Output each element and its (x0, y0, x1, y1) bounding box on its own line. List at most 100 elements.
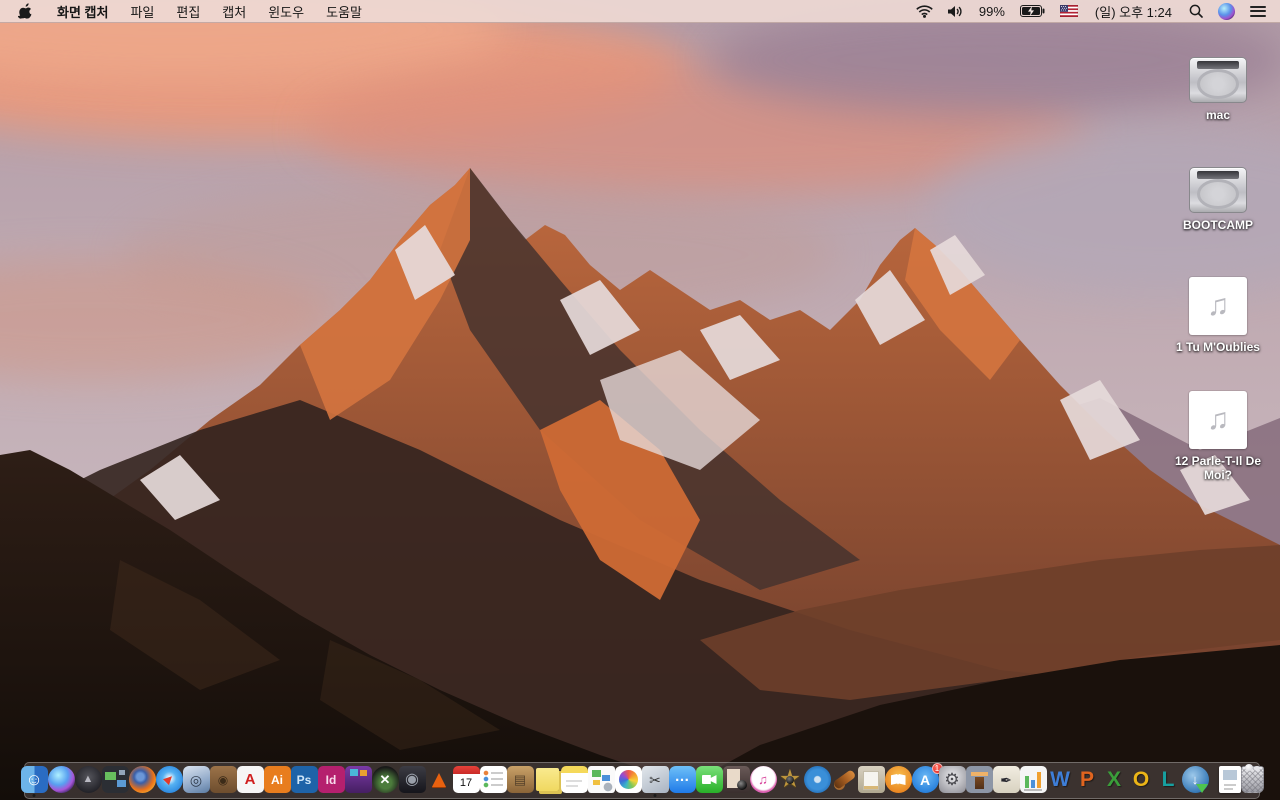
menu-bar: 화면 캡처 파일 편집 캡처 윈도우 도움말 99% (일) 오후 1:24 (0, 0, 1280, 23)
photoshop-dock-icon[interactable]: Ps (290, 764, 318, 797)
battery-menu-item[interactable] (1016, 5, 1049, 17)
garageband-dock-icon[interactable] (831, 764, 858, 797)
vlc-dock-icon[interactable]: ▲ (426, 764, 453, 797)
preview-dock-icon[interactable]: ◎ (182, 764, 210, 797)
safari-dock-icon[interactable]: ▶ (155, 764, 183, 797)
reminders-dock-icon[interactable] (479, 764, 507, 797)
facetime-dock-icon[interactable] (695, 764, 723, 797)
excel-icon: X (1101, 766, 1128, 793)
indesign-dock-icon[interactable]: Id (317, 764, 345, 797)
finder-running-indicator (32, 794, 36, 797)
desktop-icon-bootcamp[interactable]: BOOTCAMP (1159, 167, 1277, 232)
app-store-icon: A1 (911, 763, 943, 793)
grab-screen-capture-glyph: ✂ (649, 771, 661, 788)
itunes-icon: ♫ (749, 766, 777, 793)
calendar-dock-icon[interactable]: 17 (452, 764, 480, 797)
input-source-menu-item[interactable] (1056, 5, 1082, 17)
excel-glyph: X (1106, 768, 1121, 791)
brown-book-app-icon: ◉ (209, 766, 237, 793)
excel-dock-icon[interactable]: X (1101, 764, 1128, 797)
xee-image-viewer-icon: ✕ (371, 766, 399, 793)
photoshop-glyph: Ps (296, 772, 312, 787)
photos-dock-icon[interactable] (614, 764, 642, 797)
hard-drive-icon (1189, 167, 1247, 213)
trash-icon (1240, 764, 1264, 793)
toast-titanium-dock-icon[interactable] (344, 764, 372, 797)
desktop-icon-mac[interactable]: mac (1159, 57, 1277, 122)
notes-dock-icon[interactable] (560, 764, 588, 797)
vlc-glyph: ▲ (427, 765, 451, 793)
ibooks-dock-icon[interactable] (884, 764, 912, 797)
stickies-dock-icon[interactable] (534, 764, 561, 797)
photo-booth-dock-icon[interactable] (722, 764, 750, 797)
apple-menu[interactable] (10, 3, 46, 19)
keynote-classic-dock-icon[interactable] (965, 764, 993, 797)
disk-tool-dock-icon[interactable]: ◉ (398, 764, 426, 797)
brown-book-app-dock-icon[interactable]: ◉ (209, 764, 237, 797)
web-downloader-icon: ↓ (1181, 766, 1209, 793)
imovie-icon: ★ (777, 766, 804, 793)
volume-menu-item[interactable] (944, 5, 968, 18)
battery-percent[interactable]: 99% (975, 4, 1009, 19)
desktop-icon-1-tu-m-oublies[interactable]: ♫ 1 Tu M'Oublies (1159, 277, 1277, 354)
document-file-dock-icon[interactable] (1218, 764, 1241, 797)
menu-item-3[interactable]: 윈도우 (257, 2, 315, 21)
wifi-menu-item[interactable] (912, 4, 937, 18)
stationery-app-icon (587, 766, 615, 793)
menu-item-2[interactable]: 캡처 (211, 2, 257, 21)
clock-menu-item[interactable]: (일) 오후 1:24 (1089, 2, 1178, 21)
acrobat-reader-dock-icon[interactable]: A (236, 764, 264, 797)
idvd-icon (803, 766, 831, 793)
powerpoint-dock-icon[interactable]: P (1074, 764, 1101, 797)
messages-dock-icon[interactable]: … (668, 764, 696, 797)
menu-item-4[interactable]: 도움말 (315, 2, 373, 21)
siri-icon (1218, 2, 1235, 20)
indesign-icon: Id (317, 766, 345, 793)
outlook-dock-icon[interactable]: O (1128, 764, 1155, 797)
lync-dock-icon[interactable]: L (1155, 764, 1182, 797)
photoshop-icon: Ps (290, 766, 318, 793)
stuffit-expander-dock-icon[interactable]: ▤ (506, 764, 534, 797)
word-dock-icon[interactable]: W (1047, 764, 1074, 797)
desktop: 화면 캡처 파일 편집 캡처 윈도우 도움말 99% (일) 오후 1:24 m… (0, 0, 1280, 800)
battery-charging-icon (1019, 5, 1045, 17)
pages-classic-dock-icon[interactable]: ✒ (992, 764, 1020, 797)
mission-control-dock-icon[interactable] (101, 764, 129, 797)
indesign-glyph: Id (325, 772, 337, 787)
app-store-dock-icon[interactable]: A1 (911, 763, 943, 797)
safari-icon: ▶ (155, 766, 183, 793)
stationery-app-dock-icon[interactable] (587, 764, 615, 797)
trash-dock-icon[interactable] (1240, 764, 1264, 797)
grab-screen-capture-dock-icon[interactable]: ✂ (641, 764, 669, 797)
word-glyph: W (1050, 768, 1070, 791)
web-downloader-dock-icon[interactable]: ↓ (1181, 764, 1209, 797)
imovie-dock-icon[interactable]: ★ (777, 764, 804, 797)
wallpaper-sierra-mountain (0, 0, 1280, 800)
outlook-icon: O (1128, 766, 1155, 793)
app-menu-title[interactable]: 화면 캡처 (46, 2, 119, 21)
launchpad-dock-icon[interactable]: ▲ (74, 764, 102, 797)
menu-bar-left: 화면 캡처 파일 편집 캡처 윈도우 도움말 (10, 2, 373, 21)
finder-dock-icon[interactable]: ☺ (20, 764, 48, 797)
numbers-classic-dock-icon[interactable] (1019, 764, 1047, 797)
itunes-dock-icon[interactable]: ♫ (749, 764, 777, 797)
audio-file-icon: ♫ (1189, 391, 1247, 449)
volume-icon (947, 5, 962, 17)
xee-image-viewer-dock-icon[interactable]: ✕ (371, 764, 399, 797)
illustrator-dock-icon[interactable]: Ai (263, 764, 291, 797)
siri-dock-icon[interactable] (47, 764, 75, 797)
system-preferences-dock-icon[interactable]: ⚙ (938, 764, 966, 797)
firefox-dock-icon[interactable] (128, 764, 156, 797)
desktop-icon-12-parle-t-il-de-moi[interactable]: ♫ 12 Parle-T-Il De Moi? (1159, 391, 1277, 482)
idvd-dock-icon[interactable] (803, 764, 831, 797)
safari-glyph: ▶ (161, 771, 176, 787)
notification-center-menu-item[interactable] (1246, 5, 1270, 17)
illustrator-glyph: Ai (271, 772, 283, 787)
launchpad-icon: ▲ (74, 766, 102, 793)
menu-item-1[interactable]: 편집 (165, 2, 211, 21)
menu-item-0[interactable]: 파일 (119, 2, 165, 21)
acrobat-reader-icon: A (236, 766, 264, 793)
siri-menu-item[interactable] (1214, 2, 1239, 20)
spotlight-menu-item[interactable] (1185, 4, 1207, 18)
clipboard-docs-app-dock-icon[interactable] (857, 764, 885, 797)
